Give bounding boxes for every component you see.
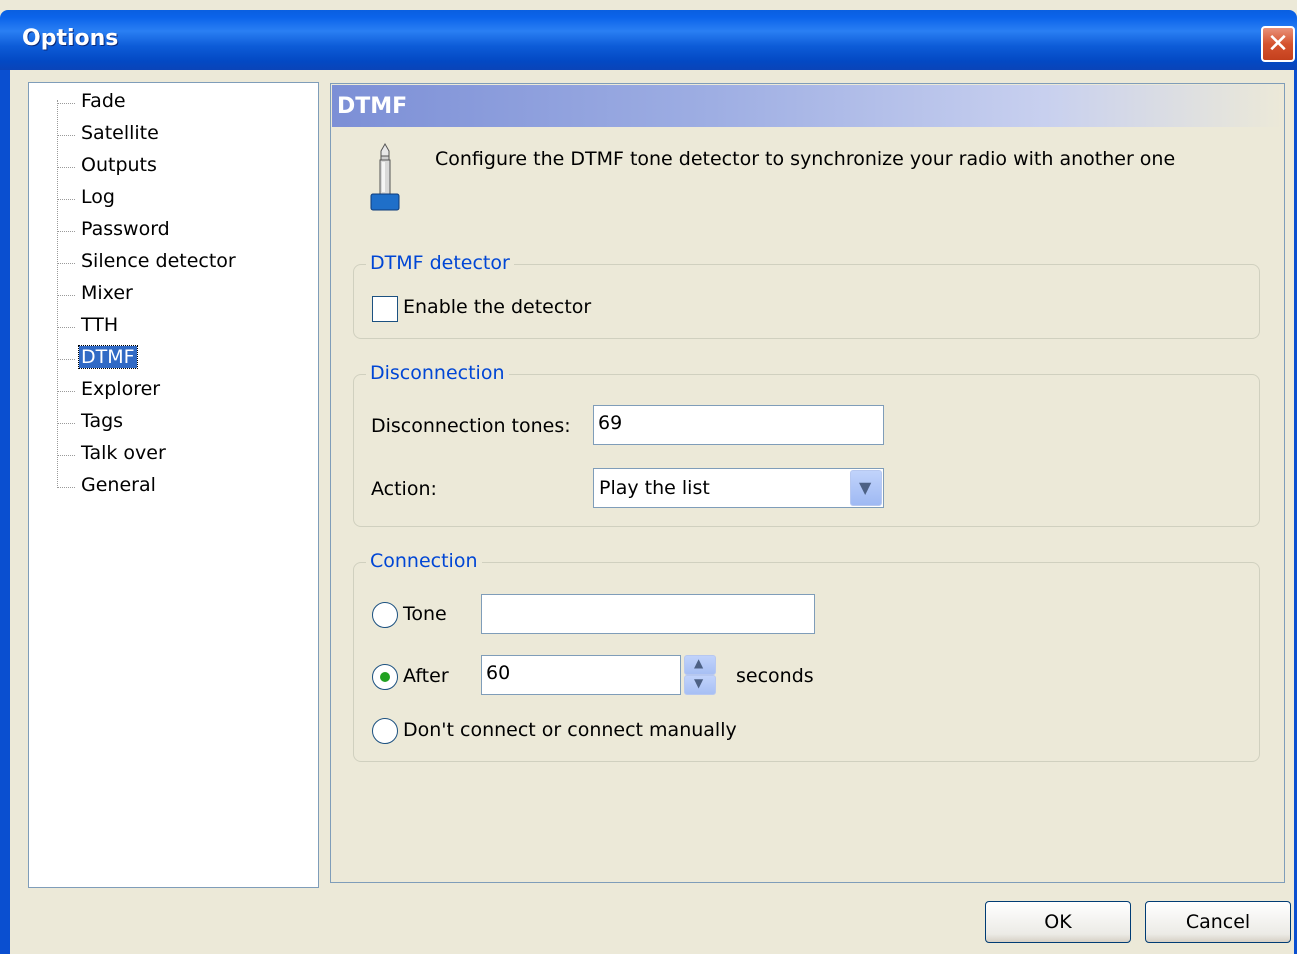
tree-item-talk-over[interactable]: Talk over xyxy=(57,440,297,470)
tree-item-label: Satellite xyxy=(81,122,159,144)
tree-dots xyxy=(57,423,75,424)
action-select-value: Play the list xyxy=(599,477,710,499)
spin-down-button[interactable]: ▼ xyxy=(684,675,716,695)
chevron-up-icon: ▲ xyxy=(694,656,704,670)
tree-item-silence-detector[interactable]: Silence detector xyxy=(57,248,297,278)
tree-dots xyxy=(57,327,75,328)
tone-radio[interactable] xyxy=(372,602,398,628)
tree-dots xyxy=(57,455,75,456)
tree-dots xyxy=(57,359,75,360)
connection-legend: Connection xyxy=(366,550,482,572)
tree-item-outputs[interactable]: Outputs xyxy=(57,152,297,182)
tree-item-label: Silence detector xyxy=(81,250,236,272)
disconnection-tones-input[interactable]: 69 xyxy=(593,405,884,445)
tone-input[interactable] xyxy=(481,594,815,634)
enable-detector-checkbox[interactable] xyxy=(372,296,398,322)
tree-item-password[interactable]: Password xyxy=(57,216,297,246)
tree-item-dtmf[interactable]: DTMF xyxy=(57,344,297,374)
microphone-jack-icon xyxy=(370,142,400,211)
tree-item-tags[interactable]: Tags xyxy=(57,408,297,438)
ok-button-label: OK xyxy=(1044,911,1072,933)
after-radio[interactable] xyxy=(372,664,398,690)
tree-dots xyxy=(57,231,75,232)
panel-header: DTMF xyxy=(332,85,1283,127)
tree-item-general[interactable]: General xyxy=(57,472,297,502)
chevron-down-icon: ▼ xyxy=(859,478,872,497)
tree-item-label: Tags xyxy=(81,410,124,432)
action-dropdown-button[interactable]: ▼ xyxy=(850,470,882,506)
chevron-down-icon: ▼ xyxy=(694,676,704,690)
manual-connect-label[interactable]: Don't connect or connect manually xyxy=(403,719,737,741)
tree-item-label: Fade xyxy=(81,90,126,112)
after-seconds-input[interactable]: 60 xyxy=(481,655,681,695)
panel-title: DTMF xyxy=(337,94,408,119)
window-frame-left xyxy=(0,70,10,954)
tree-dots xyxy=(57,263,75,264)
tree-item-explorer[interactable]: Explorer xyxy=(57,376,297,406)
tree-item-mixer[interactable]: Mixer xyxy=(57,280,297,310)
tree-dots xyxy=(57,199,75,200)
tree-item-satellite[interactable]: Satellite xyxy=(57,120,297,150)
tree-dots xyxy=(57,487,75,488)
seconds-label: seconds xyxy=(736,665,814,687)
tree-dots xyxy=(57,103,75,104)
disconnection-tones-label: Disconnection tones: xyxy=(371,415,571,437)
after-seconds-spinner[interactable]: ▲ ▼ xyxy=(684,655,716,695)
manual-connect-radio[interactable] xyxy=(372,718,398,744)
tree-item-label: Password xyxy=(81,218,170,240)
intro-text: Configure the DTMF tone detector to sync… xyxy=(435,148,1176,170)
close-button[interactable]: ✕ xyxy=(1261,26,1295,62)
cancel-button-label: Cancel xyxy=(1185,911,1251,933)
enable-detector-label[interactable]: Enable the detector xyxy=(403,296,591,318)
spin-up-button[interactable]: ▲ xyxy=(684,655,716,675)
title-bar[interactable]: Options ✕ xyxy=(0,10,1297,70)
cancel-button[interactable]: Cancel xyxy=(1145,901,1291,943)
tree-item-label: General xyxy=(81,474,156,496)
action-label: Action: xyxy=(371,478,437,500)
options-window: Options ✕ Fade Satellite Outputs Log Pas… xyxy=(0,0,1297,954)
ok-button[interactable]: OK xyxy=(985,901,1131,943)
after-radio-label[interactable]: After xyxy=(403,665,449,687)
disconnection-legend: Disconnection xyxy=(366,362,509,384)
tree-item-label: TTH xyxy=(81,314,119,336)
tree-dots xyxy=(57,391,75,392)
tree-dots xyxy=(57,167,75,168)
tree-item-label: Talk over xyxy=(81,442,166,464)
tone-radio-label[interactable]: Tone xyxy=(403,603,447,625)
tree-item-tth[interactable]: TTH xyxy=(57,312,297,342)
tree-item-label: Log xyxy=(81,186,115,208)
tree-item-label: Mixer xyxy=(81,282,133,304)
tree-item-fade[interactable]: Fade xyxy=(57,88,297,118)
tree-item-label: DTMF xyxy=(78,345,138,369)
tree-item-label: Explorer xyxy=(81,378,161,400)
tree-item-label: Outputs xyxy=(81,154,157,176)
tree-dots xyxy=(57,135,75,136)
action-select[interactable]: Play the list ▼ xyxy=(593,468,884,508)
tree-item-log[interactable]: Log xyxy=(57,184,297,214)
tree-dots xyxy=(57,295,75,296)
dtmf-detector-legend: DTMF detector xyxy=(366,252,514,274)
window-title: Options xyxy=(22,26,119,51)
close-icon: ✕ xyxy=(1267,29,1289,59)
